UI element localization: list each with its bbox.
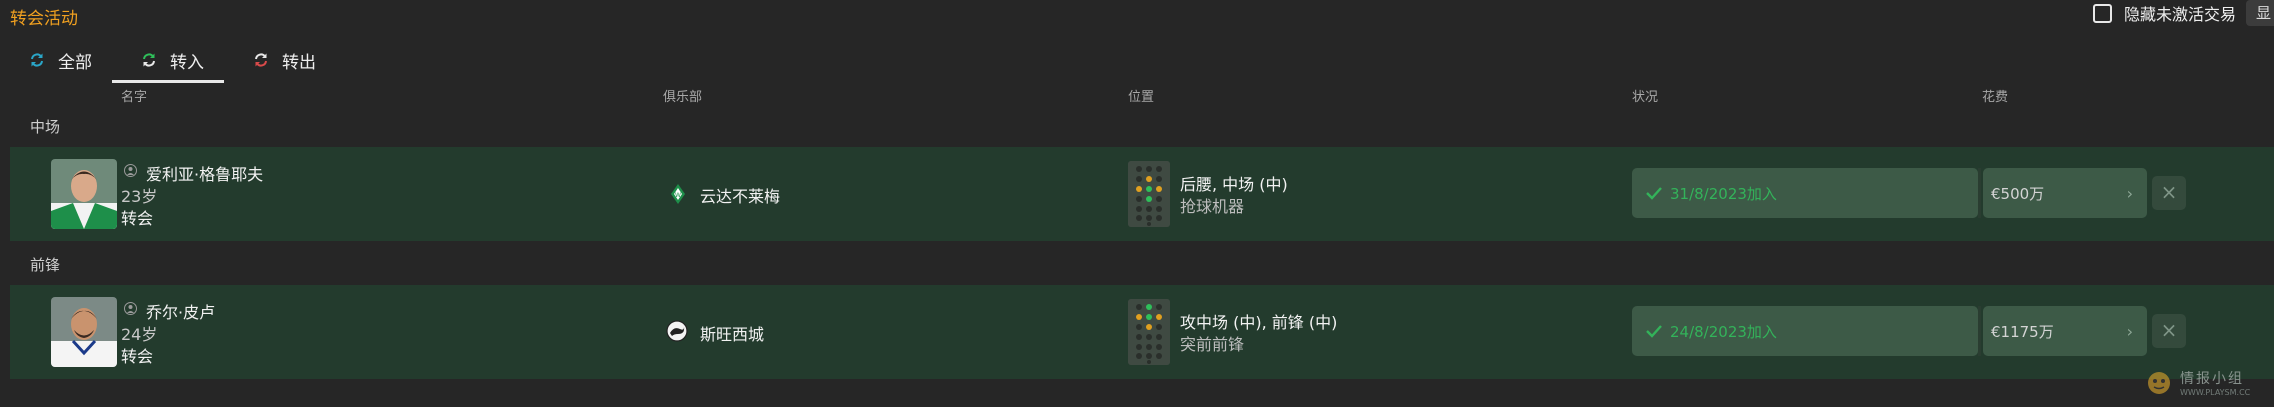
close-button[interactable]: × <box>2152 314 2186 348</box>
check-icon <box>1646 187 1662 200</box>
tab-all-label: 全部 <box>58 52 92 73</box>
column-header-club[interactable]: 俱乐部 <box>663 86 702 105</box>
close-icon: × <box>2160 180 2178 204</box>
page-title: 转会活动 <box>10 9 78 29</box>
tab-all[interactable]: 全部 <box>0 40 112 80</box>
player-age: 24岁 <box>121 325 158 344</box>
svg-text:W: W <box>675 192 681 199</box>
player-name[interactable]: 乔尔·皮卢 <box>146 299 215 323</box>
group-label-midfield: 中场 <box>30 118 61 136</box>
hide-inactive-label: 隐藏未激活交易 <box>2124 5 2237 24</box>
player-photo <box>51 159 117 229</box>
position-pitch-icon <box>1128 299 1170 365</box>
watermark-sub: WWW.PLAYSM.CC <box>2180 388 2251 397</box>
player-photo <box>51 297 117 367</box>
person-icon <box>124 302 137 315</box>
filter-tabs: 全部 转入 转出 <box>0 40 336 83</box>
corner-button[interactable]: 显 <box>2246 0 2274 26</box>
column-header-status[interactable]: 状况 <box>1632 86 1658 105</box>
person-icon <box>124 164 137 177</box>
close-icon: × <box>2160 318 2178 342</box>
player-role: 抢球机器 <box>1180 197 1245 216</box>
club-name[interactable]: 斯旺西城 <box>700 321 764 345</box>
tab-transfer-out[interactable]: 转出 <box>224 40 336 80</box>
fee-value: €500万 <box>1991 184 2045 203</box>
watermark: 情报小组 WWW.PLAYSM.CC <box>2146 368 2250 397</box>
transfer-in-icon <box>143 53 155 67</box>
divider <box>1978 168 1981 218</box>
chevron-right-icon: › <box>2126 183 2133 203</box>
watermark-logo-icon <box>2148 371 2170 394</box>
player-role: 突前前锋 <box>1180 335 1245 354</box>
column-header-name[interactable]: 名字 <box>121 86 147 105</box>
transfer-type: 转会 <box>121 209 154 228</box>
chevron-right-icon: › <box>2126 321 2133 341</box>
divider <box>1978 306 1981 356</box>
hide-inactive-checkbox[interactable] <box>2093 3 2112 23</box>
status-box[interactable]: 24/8/2023加入 <box>1632 306 1978 356</box>
fee-value: €1175万 <box>1991 322 2054 341</box>
status-text: 31/8/2023加入 <box>1670 184 1777 203</box>
position-pitch-icon <box>1128 161 1170 227</box>
check-icon <box>1646 325 1662 338</box>
hide-inactive-toggle[interactable]: 隐藏未激活交易 <box>2093 0 2236 26</box>
player-age: 23岁 <box>121 187 158 206</box>
status-text: 24/8/2023加入 <box>1670 322 1777 341</box>
swansea-crest-icon <box>666 320 688 342</box>
club-name[interactable]: 云达不莱梅 <box>700 183 780 207</box>
werder-crest-icon: W <box>671 184 685 204</box>
tab-transfer-in[interactable]: 转入 <box>112 40 224 83</box>
group-label-forward: 前锋 <box>30 256 61 274</box>
column-header-fee[interactable]: 花费 <box>1982 86 2008 105</box>
tab-transfer-in-label: 转入 <box>170 52 204 73</box>
close-button[interactable]: × <box>2152 176 2186 210</box>
transfer-type: 转会 <box>121 347 154 366</box>
column-header-position[interactable]: 位置 <box>1128 86 1154 105</box>
status-box[interactable]: 31/8/2023加入 <box>1632 168 1978 218</box>
transfer-out-icon <box>255 53 267 67</box>
fee-button[interactable]: €500万 › <box>1983 168 2147 218</box>
player-name[interactable]: 爱利亚·格鲁耶夫 <box>146 161 263 185</box>
watermark-text: 情报小组 <box>2180 371 2244 387</box>
tab-transfer-out-label: 转出 <box>282 52 316 73</box>
player-position: 攻中场 (中), 前锋 (中) <box>1180 313 1338 332</box>
player-position: 后腰, 中场 (中) <box>1180 175 1288 194</box>
refresh-icon <box>31 53 43 67</box>
fee-button[interactable]: €1175万 › <box>1983 306 2147 356</box>
